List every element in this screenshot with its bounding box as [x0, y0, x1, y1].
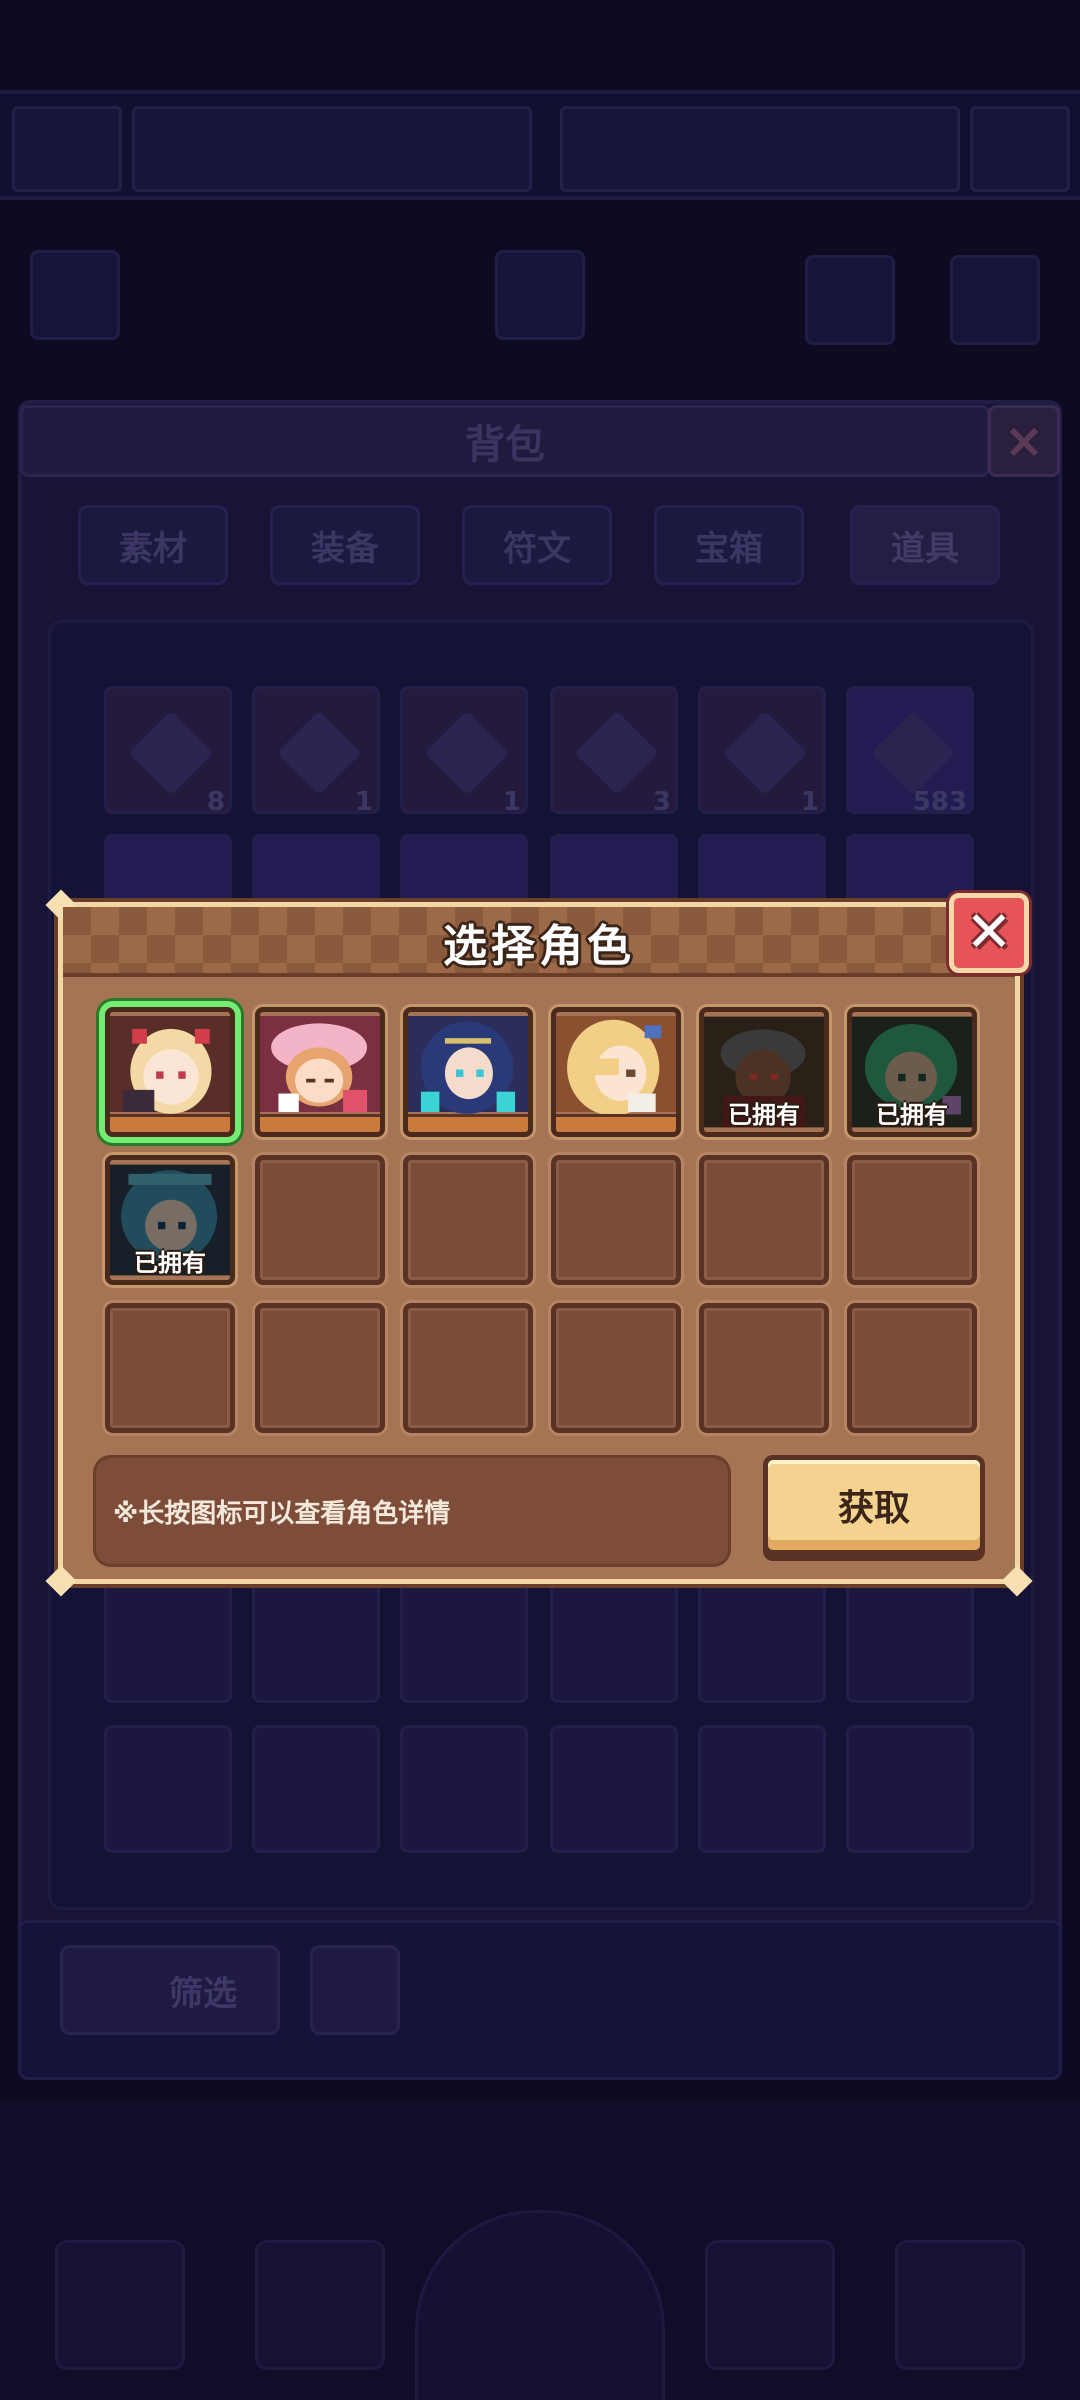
item-slot: 8 [104, 686, 232, 817]
backpack-title: 背包 [465, 422, 545, 468]
item-slot [550, 1575, 678, 1703]
settings-button [970, 106, 1070, 192]
tab-chests: 宝箱 [654, 505, 804, 585]
character-slot-4[interactable] [551, 1007, 681, 1137]
item-slot: 3 [550, 686, 678, 817]
empty-slot [255, 1155, 385, 1285]
empty-slot [403, 1155, 533, 1285]
item-slot: 1 [698, 686, 826, 817]
item-slot: 1 [252, 686, 380, 817]
tab-materials: 素材 [78, 505, 228, 585]
empty-slot [255, 1303, 385, 1433]
item-slot [698, 1575, 826, 1703]
player-info-bar [132, 106, 532, 192]
item-slot [400, 1725, 528, 1853]
item-slot [252, 1725, 380, 1853]
tab-equipment: 装备 [270, 505, 420, 585]
empty-slot [847, 1155, 977, 1285]
character-grid: 已拥有 已拥有 已拥有 [105, 1007, 985, 1437]
currency-bar [560, 106, 960, 192]
game-screen: 背包 × 素材 装备 符文 宝箱 道具 8 1 1 3 1 583 筛选 选择角… [0, 0, 1080, 2400]
character-portrait [110, 1016, 230, 1114]
filter-button: 筛选 [60, 1945, 280, 2035]
dialog-title: 选择角色 [443, 921, 635, 972]
empty-slot [847, 1303, 977, 1433]
character-strip [110, 1114, 230, 1132]
hud-icon [950, 255, 1040, 345]
item-slot [104, 1575, 232, 1703]
empty-slot [699, 1155, 829, 1285]
nav-item [255, 2240, 385, 2370]
backpack-header: 背包 [20, 405, 990, 477]
empty-slot [551, 1155, 681, 1285]
close-button[interactable]: ✕ [949, 893, 1029, 973]
hint-text: ※长按图标可以查看角色详情 [93, 1455, 731, 1567]
empty-slot [403, 1303, 533, 1433]
hud-icon [495, 250, 585, 340]
item-slot [846, 1725, 974, 1853]
avatar-frame [12, 106, 122, 192]
backpack-close-icon: × [988, 405, 1060, 477]
character-slot-3[interactable] [403, 1007, 533, 1137]
character-strip [556, 1114, 676, 1132]
empty-slot [105, 1303, 235, 1433]
character-slot-2[interactable] [255, 1007, 385, 1137]
character-strip [260, 1114, 380, 1132]
character-strip [408, 1114, 528, 1132]
close-icon: ✕ [965, 900, 1013, 965]
character-portrait [260, 1016, 380, 1112]
item-slot [698, 1725, 826, 1853]
item-slot [252, 1575, 380, 1703]
owned-label: 已拥有 [876, 1101, 948, 1129]
character-portrait [408, 1016, 528, 1114]
sort-button [310, 1945, 400, 2035]
empty-slot [551, 1303, 681, 1433]
top-resource-bar [0, 90, 1080, 200]
item-slot: 1 [400, 686, 528, 817]
character-portrait [556, 1016, 676, 1116]
owned-label: 已拥有 [728, 1101, 800, 1129]
item-slot [550, 1725, 678, 1853]
character-slot-6[interactable]: 已拥有 [847, 1007, 977, 1137]
empty-slot [699, 1303, 829, 1433]
tab-items: 道具 [850, 505, 1000, 585]
hud-icon [30, 250, 120, 340]
item-slot [104, 1725, 232, 1853]
item-slot [846, 1575, 974, 1703]
get-button[interactable]: 获取 [763, 1455, 985, 1555]
item-slot [400, 1575, 528, 1703]
nav-item [705, 2240, 835, 2370]
select-character-dialog: 选择角色 ✕ 已拥有 已拥有 已拥有 ※长按图标可以查看角色详情 获取 [45, 889, 1033, 1597]
get-button-label: 获取 [837, 1488, 910, 1529]
nav-item [895, 2240, 1025, 2370]
character-slot-7[interactable]: 已拥有 [105, 1155, 235, 1285]
character-slot-1[interactable] [105, 1007, 235, 1137]
character-slot-5[interactable]: 已拥有 [699, 1007, 829, 1137]
hud-icon [805, 255, 895, 345]
owned-label: 已拥有 [134, 1249, 206, 1277]
item-slot: 583 [846, 686, 974, 817]
nav-item [55, 2240, 185, 2370]
tab-runes: 符文 [462, 505, 612, 585]
